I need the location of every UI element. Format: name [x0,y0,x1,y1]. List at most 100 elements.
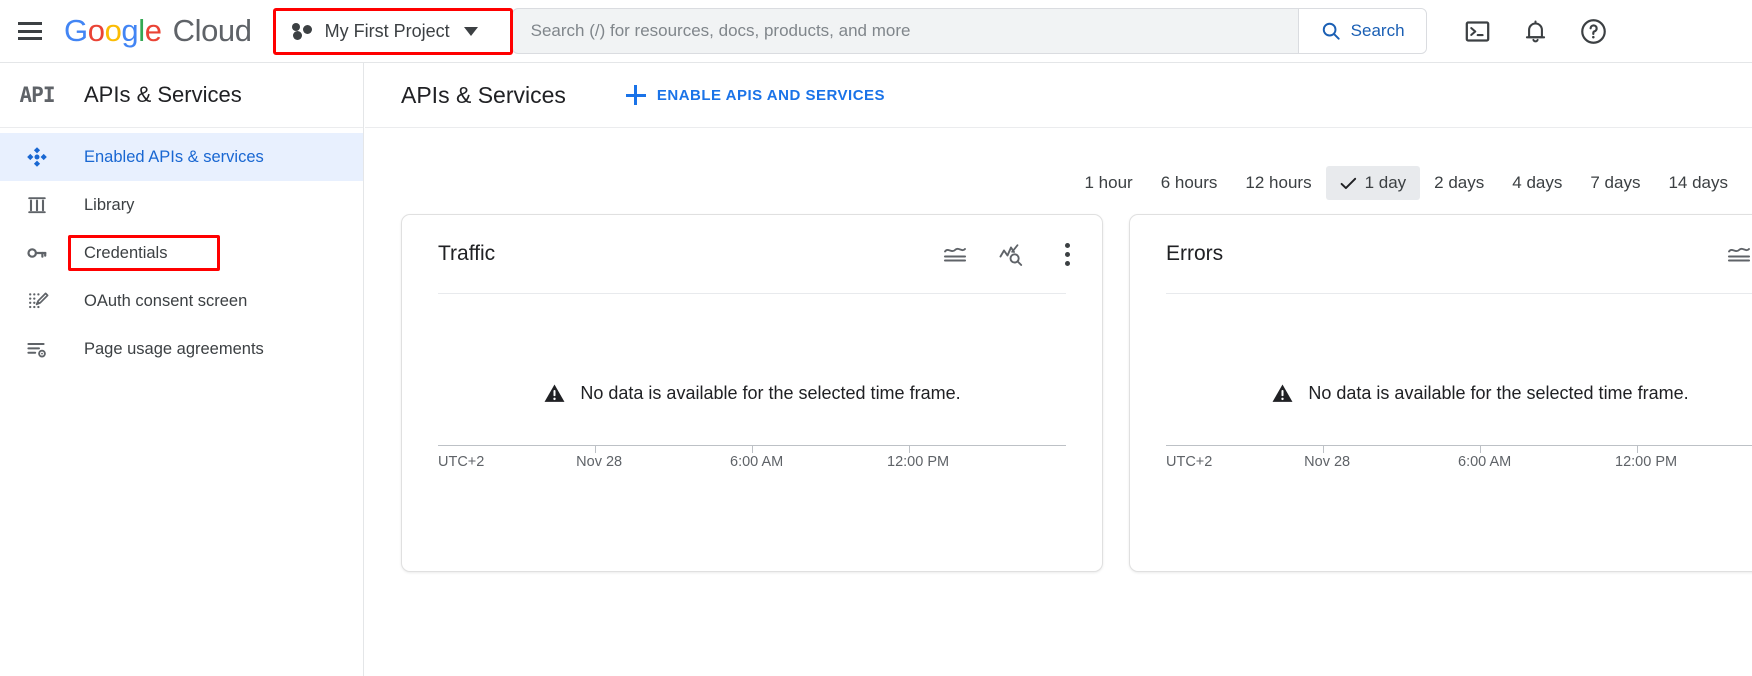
sidebar-nav-list: Enabled APIs & services Library Credenti… [0,128,363,373]
sidebar-item-page-usage-agreements[interactable]: Page usage agreements [0,325,363,373]
page-usage-icon [8,337,66,361]
time-range-label: 12 hours [1245,173,1312,192]
axis-label: Nov 28 [1304,454,1351,470]
dashboard-cards: Traffic No data is available for the sel… [365,214,1752,572]
page-title: APIs & Services [401,81,566,108]
axis-tick-labels: UTC+2 Nov 28 6:00 AM 12:00 PM [1166,454,1752,476]
time-range-label: 6 hours [1160,173,1218,192]
hamburger-line [18,37,42,40]
sidebar-item-credentials[interactable]: Credentials [0,229,363,277]
errors-empty-state: No data is available for the selected ti… [1130,382,1752,405]
enable-button-label: ENABLE APIS AND SERVICES [656,86,886,104]
stacked-area-chart-icon[interactable] [1726,241,1752,267]
time-range-label: 14 days [1668,173,1728,192]
errors-empty-message: No data is available for the selected ti… [1308,383,1689,403]
errors-card-actions [1726,241,1752,267]
sidebar-item-oauth-consent-screen[interactable]: OAuth consent screen [0,277,363,325]
search-button[interactable]: Search [1297,9,1426,53]
cloud-shell-icon[interactable] [1463,16,1493,46]
hamburger-line [18,22,42,25]
traffic-empty-state: No data is available for the selected ti… [402,382,1102,405]
time-range-label: 4 days [1512,173,1563,192]
time-range-option-4-days[interactable]: 4 days [1498,166,1576,200]
traffic-empty-message: No data is available for the selected ti… [580,383,961,403]
main-header: APIs & Services ENABLE APIS AND SERVICES [365,63,1752,128]
logo-letter-G: G [64,13,88,48]
traffic-card-actions [942,241,1080,267]
logo-letter-o1: o [87,13,105,48]
errors-card-title: Errors [1166,242,1224,265]
time-range-option-12-hours[interactable]: 12 hours [1231,166,1325,200]
time-range-option-1-day[interactable]: 1 day [1325,166,1421,200]
stacked-area-chart-icon[interactable] [942,241,968,267]
warning-triangle-icon [1272,384,1293,402]
google-cloud-logo[interactable]: Google Cloud [64,13,252,49]
time-range-option-1-hour[interactable]: 1 hour [1071,166,1147,200]
enable-apis-and-services-button[interactable]: ENABLE APIS AND SERVICES [625,85,886,105]
traffic-card: Traffic No data is available for the sel… [401,214,1103,572]
plus-icon [625,85,646,105]
time-range-option-2-days[interactable]: 2 days [1420,166,1498,200]
help-question-icon[interactable] [1579,16,1609,46]
errors-card-header: Errors [1130,215,1752,293]
time-range-label: 1 day [1364,173,1407,192]
key-icon [8,241,66,265]
project-selector-wrapper: My First Project [272,7,513,55]
sidebar-item-label: OAuth consent screen [84,291,248,310]
time-range-label: 2 days [1434,173,1485,192]
search-button-label: Search [1350,21,1405,40]
time-range-selector: 1 hour 6 hours 12 hours 1 day 2 days 4 d… [365,156,1752,210]
library-icon [8,193,66,217]
oauth-consent-icon [8,289,66,313]
logo-letter-g: g [121,13,139,48]
traffic-chart-axis: UTC+2 Nov 28 6:00 AM 12:00 PM [438,445,1066,476]
errors-chart-axis: UTC+2 Nov 28 6:00 AM 12:00 PM [1166,445,1752,476]
sidebar-item-label: Enabled APIs & services [84,147,264,166]
hamburger-menu-icon[interactable] [18,22,42,40]
top-bar-icons [1463,16,1609,46]
axis-label: 6:00 AM [1458,454,1512,470]
time-range-label: 1 hour [1084,173,1133,192]
axis-line [1166,445,1752,453]
sidebar-header: API APIs & Services [0,63,363,128]
notifications-bell-icon[interactable] [1521,16,1551,46]
axis-label: 12:00 PM [887,454,950,470]
search-bar[interactable]: Search [511,8,1427,54]
sidebar-item-enabled-apis[interactable]: Enabled APIs & services [0,133,363,181]
sidebar-item-label: Page usage agreements [84,339,264,358]
checkmark-icon [1340,177,1356,189]
errors-card-body: No data is available for the selected ti… [1130,294,1752,516]
main-content: APIs & Services ENABLE APIS AND SERVICES… [365,63,1752,676]
hamburger-line [18,29,42,33]
project-name-label: My First Project [324,20,450,41]
top-app-bar: Google Cloud My First Project Search [0,0,1752,63]
metrics-explorer-icon[interactable] [998,241,1024,267]
axis-label: 12:00 PM [1615,454,1678,470]
project-dots-icon [291,22,314,40]
api-badge-icon: API [19,83,56,107]
search-input[interactable] [512,9,1298,53]
project-selector[interactable]: My First Project [282,15,484,48]
enabled-apis-icon [8,145,66,169]
sidebar: API APIs & Services Enabled APIs & servi… [0,63,364,676]
traffic-card-header: Traffic [402,215,1102,293]
logo-word-cloud: Cloud [172,13,252,48]
axis-line [438,445,1066,453]
time-range-option-7-days[interactable]: 7 days [1576,166,1654,200]
sidebar-title: APIs & Services [84,82,242,107]
sidebar-item-label: Library [84,195,135,214]
traffic-card-title: Traffic [438,242,496,265]
sidebar-item-library[interactable]: Library [0,181,363,229]
axis-label: 6:00 AM [730,454,784,470]
axis-label: Nov 28 [576,454,623,470]
search-icon [1322,22,1340,40]
more-options-kebab-icon[interactable] [1054,241,1080,267]
axis-label: UTC+2 [438,454,485,470]
errors-card: Errors No data is available for the sele… [1129,214,1752,572]
time-range-option-14-days[interactable]: 14 days [1654,166,1742,200]
axis-tick-labels: UTC+2 Nov 28 6:00 AM 12:00 PM [438,454,1066,476]
traffic-card-body: No data is available for the selected ti… [402,294,1102,516]
time-range-label: 7 days [1590,173,1641,192]
warning-triangle-icon [544,384,565,402]
time-range-option-6-hours[interactable]: 6 hours [1147,166,1232,200]
